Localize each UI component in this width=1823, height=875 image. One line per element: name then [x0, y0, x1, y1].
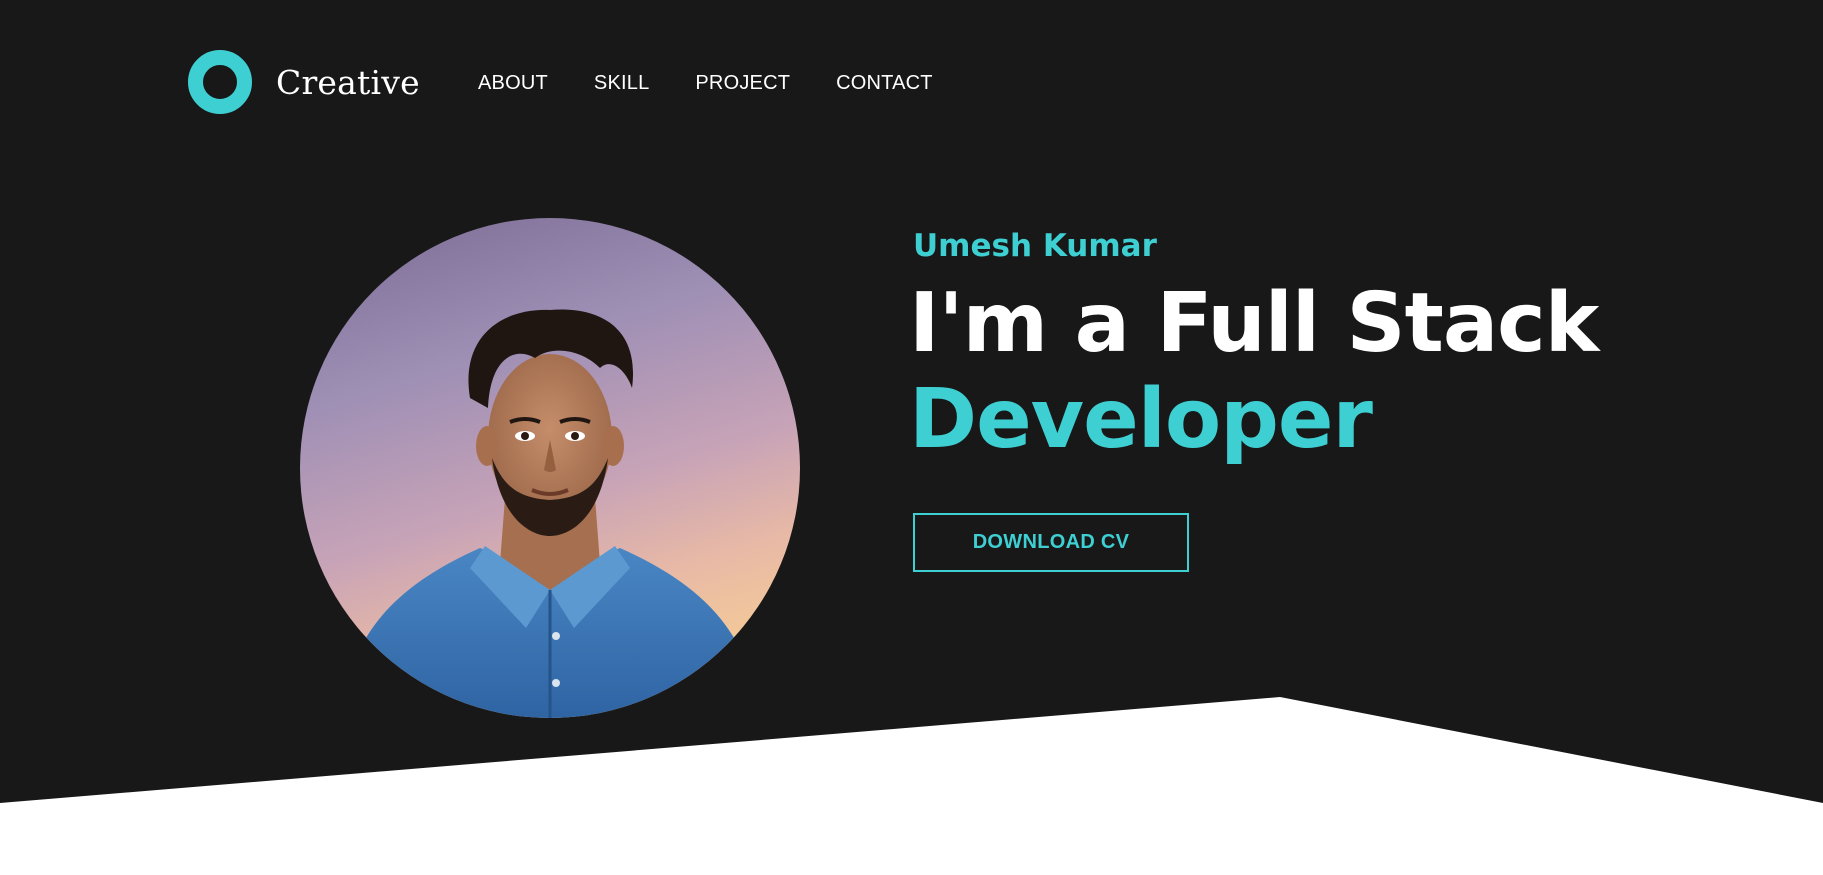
site-header: Creative	[188, 50, 420, 114]
nav-item-skill[interactable]: SKILL	[594, 72, 649, 95]
brand-name[interactable]: Creative	[276, 63, 420, 102]
main-nav: ABOUT SKILL PROJECT CONTACT	[478, 72, 979, 95]
hero-text: Umesh Kumar I'm a Full Stack Developer	[909, 224, 1599, 468]
hero-section: Creative ABOUT SKILL PROJECT CONTACT Ume…	[0, 0, 1823, 875]
headline-line-1: I'm a Full Stack	[909, 276, 1599, 371]
hero-headline: I'm a Full Stack Developer	[909, 276, 1599, 468]
profile-photo	[300, 218, 800, 718]
download-cv-button[interactable]: DOWNLOAD CV	[913, 513, 1189, 572]
headline-line-2: Developer	[909, 372, 1373, 467]
ring-logo-icon[interactable]	[188, 50, 252, 114]
person-name: Umesh Kumar	[913, 228, 1157, 264]
nav-item-about[interactable]: ABOUT	[478, 72, 548, 95]
nav-item-project[interactable]: PROJECT	[695, 72, 790, 95]
nav-item-contact[interactable]: CONTACT	[836, 72, 933, 95]
